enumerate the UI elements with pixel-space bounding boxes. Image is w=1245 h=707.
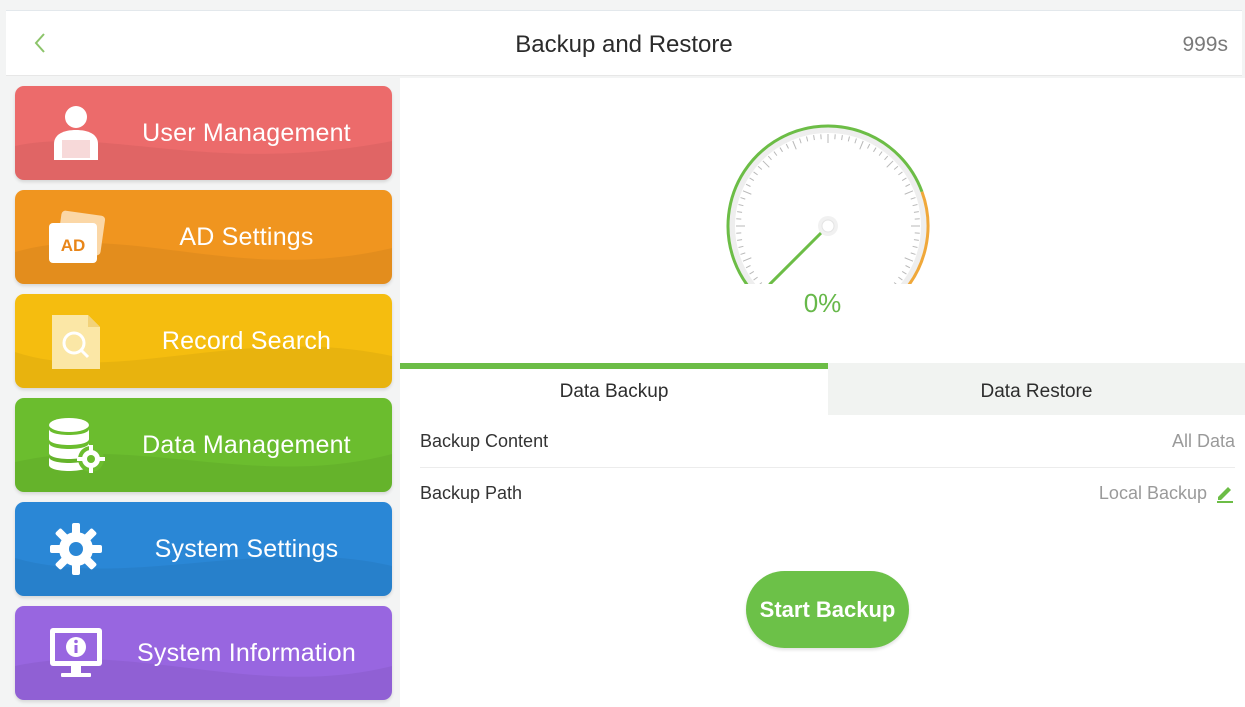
sidebar-item-system-information[interactable]: System Information bbox=[15, 606, 392, 700]
gauge-tick bbox=[910, 197, 916, 200]
monitor-info-icon bbox=[43, 620, 109, 686]
svg-text:AD: AD bbox=[61, 236, 86, 255]
sidebar: User Management AD AD Settings Record Se… bbox=[15, 86, 392, 707]
main-panel: 0% Data Backup Data Restore Backup Conte… bbox=[400, 78, 1245, 707]
gauge-tick bbox=[753, 276, 758, 281]
gauge-tick bbox=[901, 177, 907, 181]
gauge-tick bbox=[913, 239, 919, 241]
gauge-tick bbox=[799, 138, 802, 144]
gauge-tick bbox=[884, 155, 889, 161]
gauge-tick bbox=[886, 160, 894, 168]
gauge-tick bbox=[913, 211, 919, 213]
gauge-tick bbox=[905, 265, 911, 269]
gauge-tick bbox=[867, 143, 871, 149]
gauge-tick bbox=[767, 155, 772, 161]
tab-data-backup[interactable]: Data Backup bbox=[400, 363, 828, 415]
sidebar-item-record-search[interactable]: Record Search bbox=[15, 294, 392, 388]
gauge-tick bbox=[859, 140, 864, 150]
gauge-tick bbox=[792, 140, 797, 150]
gauge-tick bbox=[841, 135, 843, 141]
backup-path-value: Local Backup bbox=[1098, 482, 1207, 503]
gauge-tick bbox=[738, 245, 744, 248]
gauge-tick bbox=[779, 147, 783, 153]
gauge-tick bbox=[742, 190, 752, 195]
page-title: Backup and Restore bbox=[515, 31, 733, 58]
gauge-tick bbox=[740, 252, 746, 255]
gauge-tick bbox=[773, 151, 778, 156]
gauge-hub bbox=[821, 219, 835, 233]
gauge-tick bbox=[905, 183, 911, 187]
progress-gauge bbox=[716, 114, 940, 298]
tab-bar: Data Backup Data Restore bbox=[400, 363, 1245, 415]
gauge-tick bbox=[738, 204, 744, 207]
gauge-tick bbox=[813, 135, 815, 141]
gauge-tick bbox=[749, 271, 755, 275]
gauge-tick bbox=[904, 190, 914, 195]
gauge-tick bbox=[898, 276, 903, 281]
edit-pencil-icon[interactable] bbox=[1215, 483, 1235, 503]
gauge-tick bbox=[847, 136, 850, 142]
gauge-tick bbox=[898, 171, 903, 176]
gauge-tick bbox=[745, 183, 751, 187]
gauge-tick bbox=[753, 171, 758, 176]
progress-percent: 0% bbox=[803, 288, 842, 318]
gauge-tick bbox=[737, 211, 743, 213]
gauge-dial bbox=[726, 124, 930, 298]
start-backup-button[interactable]: Start Backup bbox=[746, 571, 909, 648]
backup-path-label: Backup Path bbox=[420, 482, 523, 503]
gauge-tick bbox=[785, 143, 789, 149]
gauge-tick bbox=[893, 282, 899, 287]
sidebar-item-label: User Management bbox=[142, 118, 351, 147]
sidebar-item-label: AD Settings bbox=[179, 222, 314, 251]
gauge-tick bbox=[878, 151, 883, 156]
gauge-tick bbox=[745, 265, 751, 269]
gauge-tick bbox=[757, 165, 763, 170]
tab-data-restore[interactable]: Data Restore bbox=[828, 363, 1245, 415]
sidebar-item-label: Data Management bbox=[142, 430, 351, 459]
gauge-tick bbox=[740, 197, 746, 200]
user-icon bbox=[43, 100, 109, 166]
database-gear-icon bbox=[43, 412, 109, 478]
gauge-tick bbox=[904, 257, 914, 262]
gauge-tick bbox=[901, 271, 907, 275]
gear-icon bbox=[43, 516, 109, 582]
ad-icon: AD bbox=[43, 204, 109, 270]
backup-content-value: All Data bbox=[1171, 430, 1235, 451]
record-search-icon bbox=[43, 308, 109, 374]
sidebar-item-user-management[interactable]: User Management bbox=[15, 86, 392, 180]
gauge-tick bbox=[912, 245, 918, 248]
gauge-tick bbox=[742, 257, 752, 262]
gauge-tick bbox=[893, 165, 899, 170]
gauge-tick bbox=[910, 252, 916, 255]
sidebar-item-system-settings[interactable]: System Settings bbox=[15, 502, 392, 596]
gauge-arc bbox=[726, 124, 924, 298]
backup-path-value-group: Local Backup bbox=[1099, 483, 1235, 504]
gauge-tick bbox=[806, 136, 809, 142]
sidebar-item-ad-settings[interactable]: AD AD Settings bbox=[15, 190, 392, 284]
gauge-tick bbox=[854, 138, 857, 144]
sidebar-item-data-management[interactable]: Data Management bbox=[15, 398, 392, 492]
gauge-tick bbox=[762, 160, 770, 168]
top-bar: Backup and Restore 999s bbox=[6, 10, 1242, 76]
backup-content-label: Backup Content bbox=[420, 430, 549, 451]
backup-path-row[interactable]: Backup Path Local Backup bbox=[420, 467, 1235, 519]
gauge-tick bbox=[737, 239, 743, 241]
countdown-timer: 999s bbox=[1182, 33, 1228, 56]
gauge-tick bbox=[749, 177, 755, 181]
backup-content-row[interactable]: Backup Content All Data bbox=[420, 415, 1235, 467]
gauge-tick bbox=[757, 282, 763, 287]
sidebar-item-label: Record Search bbox=[161, 326, 332, 355]
gauge-tick bbox=[912, 204, 918, 207]
sidebar-item-label: System Settings bbox=[154, 534, 339, 563]
gauge-tick bbox=[873, 147, 877, 153]
sidebar-item-label: System Information bbox=[137, 638, 356, 667]
gauge-needle bbox=[768, 224, 830, 286]
